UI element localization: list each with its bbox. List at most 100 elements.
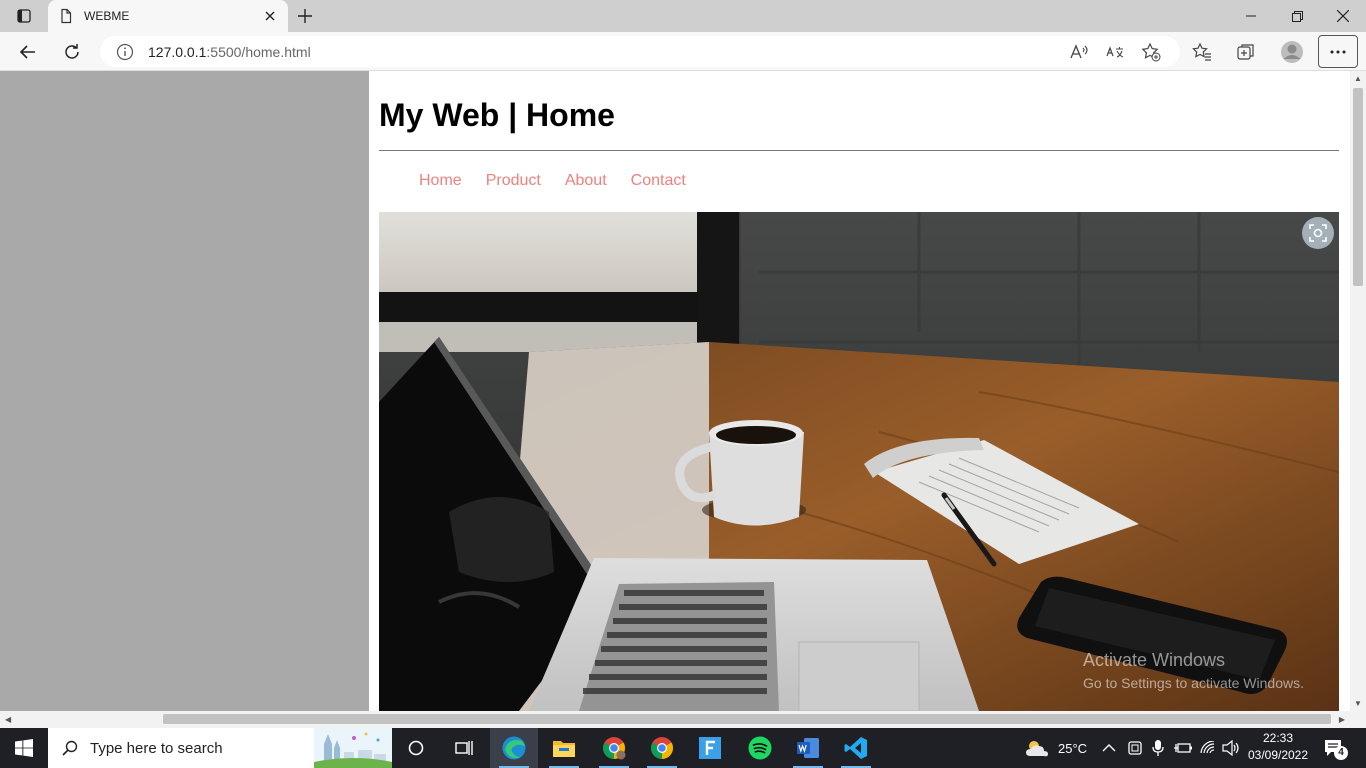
nav-link-product[interactable]: Product xyxy=(486,172,541,190)
left-gray-panel xyxy=(0,71,369,711)
restore-button[interactable] xyxy=(1274,0,1320,32)
nav-link-contact[interactable]: Contact xyxy=(631,172,686,190)
taskbar-app-figma[interactable] xyxy=(686,728,734,768)
read-aloud-button[interactable] xyxy=(1063,36,1095,68)
close-window-button[interactable] xyxy=(1320,0,1366,32)
translate-button[interactable] xyxy=(1099,36,1131,68)
taskbar-app-spotify[interactable] xyxy=(736,728,784,768)
collections-button[interactable] xyxy=(1230,36,1262,68)
tab-close-button[interactable] xyxy=(262,8,278,24)
windows-logo-icon xyxy=(15,739,33,757)
search-icon xyxy=(62,740,78,756)
start-button[interactable] xyxy=(0,728,48,768)
system-clock[interactable]: 22:33 03/09/2022 xyxy=(1240,730,1316,764)
restore-icon xyxy=(1291,10,1303,22)
title-divider xyxy=(379,150,1339,151)
vertical-scroll-thumb[interactable] xyxy=(1353,88,1363,286)
url-text[interactable]: 127.0.0.1:5500/home.html xyxy=(148,44,311,60)
settings-menu-button[interactable] xyxy=(1318,35,1358,68)
show-hidden-icons-button[interactable] xyxy=(1102,728,1116,768)
taskbar-app-word[interactable] xyxy=(784,728,832,768)
clock-time: 22:33 xyxy=(1262,731,1294,745)
page-viewport: My Web | Home Home Product About Contact xyxy=(0,71,1350,711)
figma-f-icon xyxy=(699,737,721,759)
main-nav: Home Product About Contact xyxy=(419,172,686,190)
meet-now-button[interactable] xyxy=(1127,728,1143,768)
tab-actions-icon xyxy=(17,9,31,23)
scroll-right-arrow-icon[interactable]: ▶ xyxy=(1339,715,1345,724)
vscode-icon xyxy=(844,737,867,759)
taskbar-app-chrome[interactable] xyxy=(638,728,686,768)
chrome-icon xyxy=(603,737,626,760)
speaker-icon xyxy=(1222,740,1239,756)
minimize-button[interactable] xyxy=(1228,0,1274,32)
star-add-icon xyxy=(1141,42,1161,62)
back-arrow-icon xyxy=(19,45,35,59)
back-button[interactable] xyxy=(12,36,44,68)
taskbar-app-file-explorer[interactable] xyxy=(540,728,588,768)
nav-link-home[interactable]: Home xyxy=(419,172,462,190)
horizontal-scroll-thumb[interactable] xyxy=(163,714,1331,724)
tab-title: WEBME xyxy=(84,9,130,23)
visual-search-icon xyxy=(1309,224,1327,242)
network-button[interactable] xyxy=(1200,728,1216,768)
partly-cloudy-icon xyxy=(1026,741,1048,757)
browser-titlebar: WEBME xyxy=(0,0,1366,32)
new-tab-button[interactable] xyxy=(292,4,318,28)
battery-plug-icon xyxy=(1174,743,1192,753)
chrome-icon xyxy=(651,737,673,759)
notification-center-button[interactable]: 4 xyxy=(1324,728,1348,768)
refresh-button[interactable] xyxy=(56,36,88,68)
favorites-icon xyxy=(1192,42,1211,61)
taskbar-app-chrome-profile[interactable] xyxy=(590,728,638,768)
close-icon xyxy=(1337,10,1349,22)
clock-date: 03/09/2022 xyxy=(1247,748,1309,762)
scroll-down-arrow-icon[interactable]: ▼ xyxy=(1354,699,1362,708)
page-icon xyxy=(61,8,72,24)
nav-link-about[interactable]: About xyxy=(565,172,607,190)
spotify-icon xyxy=(748,736,772,760)
horizontal-scrollbar[interactable]: ◀ ▶ xyxy=(0,711,1350,728)
taskbar-search-box[interactable]: Type here to search xyxy=(48,728,392,768)
url-path: :5500/home.html xyxy=(206,43,311,60)
weather-widget[interactable]: 25°C xyxy=(1024,728,1087,768)
taskbar-app-vscode[interactable] xyxy=(832,728,880,768)
task-view-icon xyxy=(455,741,473,755)
watermark-line1: Activate Windows xyxy=(1083,650,1226,670)
cortana-icon xyxy=(408,740,424,756)
browser-tab[interactable]: WEBME xyxy=(48,0,288,32)
url-host: 127.0.0.1 xyxy=(148,43,207,60)
avatar-icon xyxy=(1281,41,1303,63)
translate-icon xyxy=(1106,46,1124,58)
address-bar[interactable]: 127.0.0.1:5500/home.html xyxy=(100,36,1180,67)
vertical-scrollbar[interactable]: ▲ ▼ xyxy=(1350,71,1366,711)
chevron-up-icon xyxy=(1102,744,1116,752)
profile-button[interactable] xyxy=(1276,36,1308,68)
hero-image: Activate Windows Go to Settings to activ… xyxy=(379,212,1339,711)
laptop-coffee-desk-photo xyxy=(379,212,1339,711)
notification-badge: 4 xyxy=(1334,746,1348,760)
info-icon[interactable] xyxy=(116,43,134,61)
wifi-icon xyxy=(1200,741,1215,754)
search-placeholder: Type here to search xyxy=(90,739,223,757)
more-icon xyxy=(1330,50,1346,53)
microphone-button[interactable] xyxy=(1152,728,1164,768)
tab-actions-button[interactable] xyxy=(8,4,40,28)
scroll-left-arrow-icon[interactable]: ◀ xyxy=(5,715,11,724)
search-highlight-illustration-icon xyxy=(314,728,392,768)
visual-search-button[interactable] xyxy=(1302,217,1334,249)
minimize-icon xyxy=(1246,15,1256,17)
favorites-button[interactable] xyxy=(1186,36,1218,68)
word-icon xyxy=(797,738,819,758)
cortana-button[interactable] xyxy=(392,728,440,768)
battery-button[interactable] xyxy=(1174,728,1192,768)
task-view-button[interactable] xyxy=(440,728,488,768)
taskbar-app-edge[interactable] xyxy=(490,728,538,768)
add-favorite-button[interactable] xyxy=(1135,36,1167,68)
weather-temp: 25°C xyxy=(1058,740,1088,756)
volume-button[interactable] xyxy=(1222,728,1240,768)
close-icon xyxy=(265,11,275,21)
refresh-icon xyxy=(65,44,79,59)
scroll-up-arrow-icon[interactable]: ▲ xyxy=(1354,74,1362,83)
page-title: My Web | Home xyxy=(379,97,615,133)
